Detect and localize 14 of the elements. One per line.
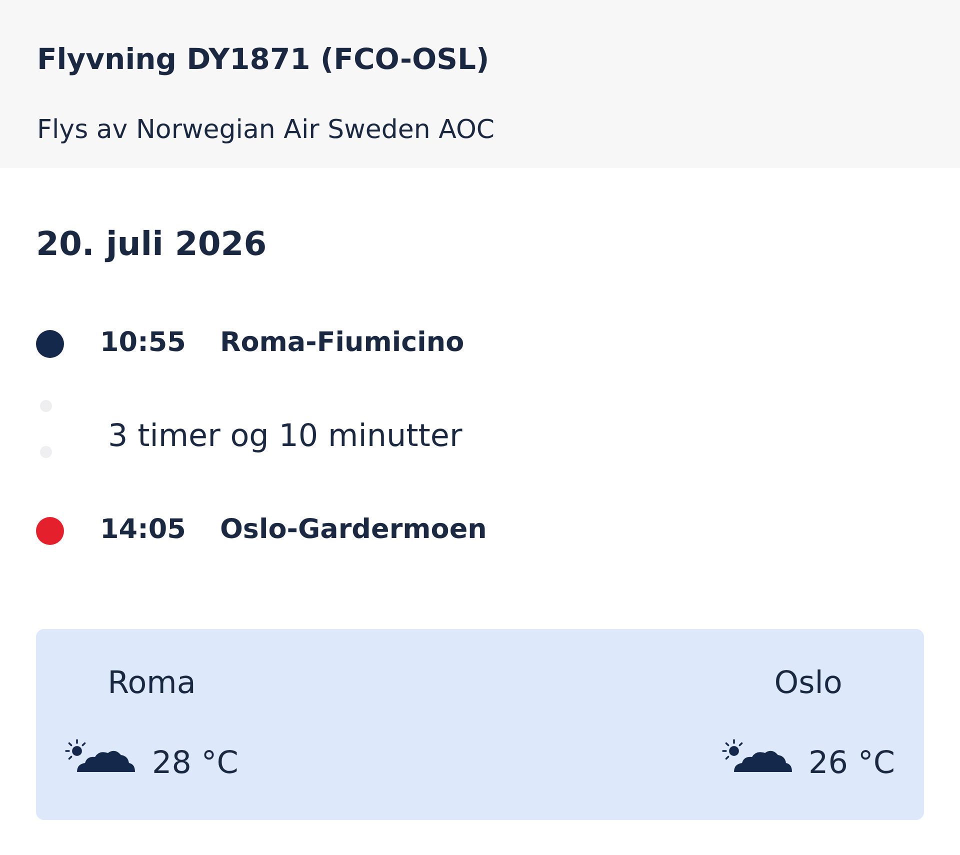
temperature: 28 °C <box>152 745 238 781</box>
city-name: Oslo <box>774 664 842 703</box>
temperature: 26 °C <box>808 745 895 781</box>
operator-text: Flys av Norwegian Air Sweden AOC <box>37 114 496 146</box>
flight-title: Flyvning DY1871 (FCO-OSL) <box>37 41 490 78</box>
stop-time: 14:05 <box>100 514 186 544</box>
flight-duration: 3 timer og 10 minutter <box>108 418 462 454</box>
stop-time: 10:55 <box>100 326 186 358</box>
city-name: Roma <box>108 664 196 703</box>
flight-date: 20. juli 2026 <box>36 223 268 265</box>
sun-cloud-icon <box>65 739 135 773</box>
sun-cloud-icon <box>722 739 792 773</box>
airport-name: Oslo-Gardermoen <box>220 514 487 544</box>
airport-name: Roma-Fiumicino <box>220 326 464 358</box>
